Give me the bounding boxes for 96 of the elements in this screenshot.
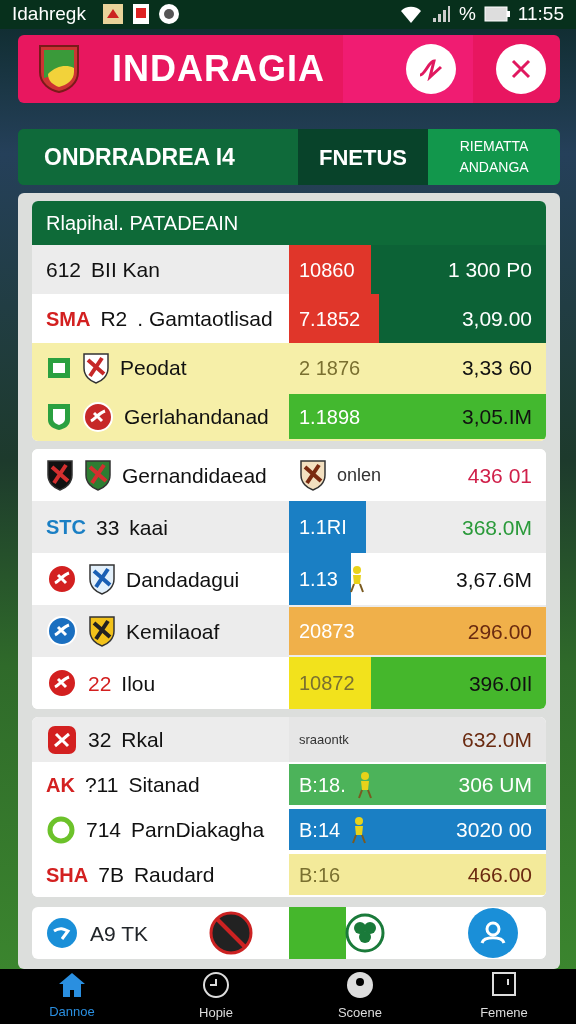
action-label: A9 TK	[90, 920, 148, 947]
clock-icon	[202, 970, 230, 999]
square-icon	[46, 355, 72, 380]
note-text: onlen	[337, 463, 382, 487]
team-abbreviation: STC	[46, 515, 86, 541]
crest-icon	[88, 563, 116, 596]
wifi-icon	[398, 4, 423, 25]
signal-icon	[430, 4, 451, 25]
rank-number: 612	[46, 257, 82, 284]
amount: 3,09.00	[461, 306, 532, 333]
close-icon	[510, 57, 532, 80]
player-figure-icon	[347, 565, 366, 594]
amount: 368.0M	[461, 514, 532, 541]
home-icon	[58, 971, 86, 998]
rank-number: R2	[100, 306, 128, 333]
team-name: kaai	[129, 514, 168, 541]
crest-icon	[84, 459, 112, 492]
app-icon	[157, 3, 180, 26]
bar-value: 2 1876	[299, 355, 361, 381]
rank-number: 32	[88, 727, 112, 754]
square-frame-icon	[491, 970, 517, 999]
player-figure-icon	[355, 770, 374, 799]
action-button[interactable]	[406, 43, 456, 94]
bar-value: B:16	[299, 862, 341, 888]
team-name: Raudard	[133, 862, 215, 889]
nav-tab[interactable]: Dannoe	[0, 969, 144, 1024]
bar-value: 10860	[299, 257, 355, 283]
rank-number: 714	[86, 817, 122, 844]
crest-icon	[88, 615, 116, 648]
team-abbreviation: AK	[46, 772, 75, 798]
team-name: Peodat	[120, 355, 187, 382]
team-name: Ilou	[121, 670, 156, 697]
shield-logo	[38, 43, 80, 94]
rank-number: 7B	[98, 862, 124, 889]
amount: 296.00	[467, 618, 532, 645]
tab[interactable]: FNETUS	[298, 128, 428, 186]
player-figure-icon	[350, 815, 369, 844]
amount: 3020 00	[456, 817, 532, 844]
battery-icon	[483, 5, 510, 24]
rank-number: 33	[96, 514, 120, 541]
amount: 3,05.IM	[461, 404, 532, 431]
bar-value: 1.1898	[299, 404, 361, 430]
team-name: . Gamtaotlisad	[137, 306, 273, 333]
crest-icon	[82, 351, 110, 384]
clover-icon	[345, 913, 385, 954]
team-abbreviation: SMA	[46, 306, 91, 332]
bar-value: B:18.	[299, 772, 346, 798]
bar-value: 20873	[299, 619, 355, 645]
round-emblem-icon	[82, 400, 114, 433]
table-title: Rlapihal. PATADEAIN	[32, 201, 546, 246]
bar-value: 7.1852	[299, 306, 361, 332]
amount: 436 01	[467, 462, 532, 489]
app-icon	[131, 3, 150, 26]
amount: 306 UM	[458, 772, 532, 799]
note-text: sraaontk	[299, 731, 349, 750]
amount: 466.00	[467, 862, 532, 889]
nav-tab[interactable]: Hopie	[144, 969, 288, 1024]
amount: 3,67.6M	[456, 566, 532, 593]
carrier-name: Idahregk	[12, 2, 86, 26]
rank-number: ?11	[84, 772, 119, 799]
crest-icon	[299, 459, 327, 492]
clock: 11:55	[517, 2, 564, 26]
nav-tab[interactable]: Scoene	[288, 969, 432, 1024]
team-name: ParnDiakagha	[131, 817, 265, 844]
team-name: Gerlahandanad	[124, 404, 269, 431]
ring-icon	[46, 814, 76, 845]
prohibited-icon	[209, 911, 253, 956]
close-button[interactable]	[496, 43, 546, 94]
user-icon	[480, 921, 506, 946]
swoosh-icon	[46, 917, 78, 950]
team-name: BII Kan	[91, 257, 160, 284]
amount: 632.0M	[461, 727, 532, 754]
bar-value: 10872	[299, 671, 355, 697]
profile-button[interactable]	[468, 908, 518, 959]
team-name: Gernandidaead	[122, 462, 267, 489]
emblem-icon	[46, 723, 78, 756]
app-title: INDARAGIA	[112, 46, 326, 91]
team-name: Kemilaoaf	[126, 618, 220, 645]
bar-value: B:14	[299, 817, 341, 843]
nav-tab[interactable]: Femene	[432, 969, 576, 1024]
crest-icon	[46, 459, 74, 492]
tab[interactable]: RIEMATTA ANDANGA	[428, 128, 560, 186]
amount: 3,33 60	[461, 355, 532, 382]
battery-percent: %	[458, 2, 476, 26]
app-icon	[101, 3, 124, 26]
round-emblem-icon	[46, 615, 78, 648]
amount: 1 300 P0	[447, 257, 532, 284]
team-name: Sitanad	[128, 772, 200, 799]
bar-value: 1.1RI	[299, 515, 347, 541]
amount: 396.0Il	[468, 670, 532, 697]
bar-value: 1.13	[299, 567, 338, 593]
shield-icon	[46, 401, 72, 432]
team-name: Dandadagui	[126, 566, 240, 593]
rank-number: 22	[88, 670, 112, 697]
team-name: Rkal	[121, 727, 164, 754]
team-abbreviation: SHA	[46, 862, 89, 888]
